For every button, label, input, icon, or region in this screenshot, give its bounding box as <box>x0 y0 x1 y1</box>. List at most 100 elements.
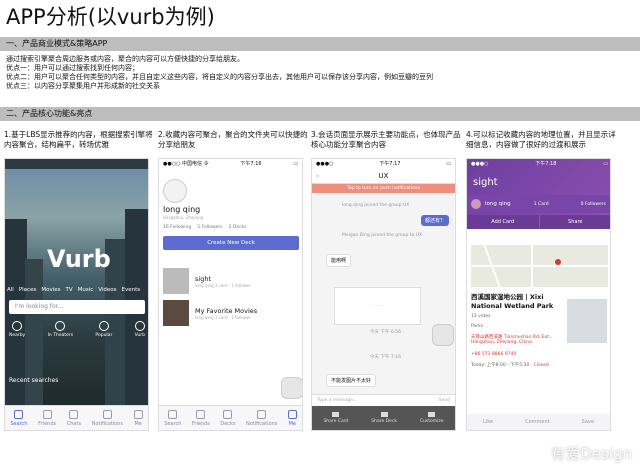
tab-all[interactable]: All <box>7 287 14 293</box>
system-message: Meigan Bing joined the group to UX <box>342 233 423 238</box>
tab-music[interactable]: Music <box>78 287 94 293</box>
deck-icon <box>223 409 233 419</box>
battery-icon: ▭ <box>603 161 608 167</box>
comment-button[interactable]: Comment <box>525 419 550 425</box>
page: APP分析(以vurb为例) 一、产品商业模式&策略APP 通过搜索引擎聚合周边… <box>0 0 640 466</box>
back-icon[interactable]: ‹ <box>316 169 319 183</box>
tab-search[interactable]: Search <box>10 409 28 427</box>
deck-row[interactable]: My Favorite Movies long qing 1 card · 1 f… <box>163 299 299 327</box>
push-banner[interactable]: Tap to turn on push notifications <box>312 184 455 193</box>
system-message: long qing joined the group UX <box>342 203 410 208</box>
tab-tv[interactable]: TV <box>65 287 72 293</box>
chat-header: ‹ UX <box>312 169 455 184</box>
quick-icons: Nearby In Theaters Popular Vurb <box>9 321 145 338</box>
deck-owner[interactable]: long qing 1 Card 0 Followers <box>467 195 610 213</box>
following-count[interactable]: 16 Following <box>163 225 191 230</box>
tab-friends[interactable]: Friends <box>38 409 56 427</box>
strategy-line: 优点三：以内容分享聚集用户并形成新的社交关系 <box>6 82 160 90</box>
tab-chats[interactable]: Chats <box>67 409 81 427</box>
opening-hours: Today: 上午8:00 - 下午5:30 · Closed <box>471 363 549 368</box>
customize-icon <box>428 412 436 417</box>
signal-icon: ●●●○ <box>471 161 489 167</box>
search-icon <box>168 409 178 419</box>
deck-title: sight <box>473 177 498 188</box>
add-card-button[interactable]: Add Card <box>467 215 540 229</box>
chat-action-bar: Share Card Share Deck Customize <box>312 406 455 430</box>
vurb-button[interactable]: Vurb <box>135 321 145 338</box>
send-button[interactable]: Send <box>439 395 450 406</box>
customize-button[interactable]: Customize <box>420 412 444 424</box>
create-deck-button[interactable]: Create New Deck <box>163 236 299 250</box>
tab-decks[interactable]: Decks <box>220 409 236 427</box>
map-pin-icon <box>555 259 561 265</box>
phone-screenshot-chat: ●●●○ 下午7:17 ▭ ‹ UX Tap to turn on push n… <box>311 158 456 431</box>
deck-thumbnail <box>163 300 189 326</box>
profile-location: Hangzhou, Zhejiang <box>163 215 204 220</box>
deck-row[interactable]: sight long qing 1 card · 1 follower <box>163 267 299 295</box>
tab-friends[interactable]: Friends <box>192 409 210 427</box>
avatar <box>471 199 481 209</box>
tab-search[interactable]: Search <box>164 409 181 427</box>
bell-icon <box>257 409 267 419</box>
timestamp: 今天 下午 6:56 <box>370 330 401 335</box>
recent-searches-label: Recent searches <box>9 377 59 384</box>
battery-icon: ▭ <box>293 161 298 167</box>
phone-screenshot-profile: ●●○○ 中国电信 令 下午7:16 ▭ long qing Hangzhou,… <box>158 158 303 431</box>
place-phone[interactable]: +86 571 8866 9740 <box>471 352 516 357</box>
strategy-text: 通过搜索引擎聚合周边服务或内容，聚合的内容可以方便快捷的分享给朋友。 优点一：用… <box>6 55 433 91</box>
bell-icon <box>102 409 112 419</box>
caption-4: 4.可以标记收藏内容的地理位置，并且显示详细信息，内容做了很好的过渡和展示 <box>466 130 616 149</box>
like-button[interactable]: Like <box>483 419 493 425</box>
friends-icon <box>196 409 206 419</box>
assistive-touch-button[interactable] <box>281 377 302 399</box>
star-icon <box>98 321 109 331</box>
strategy-line: 通过搜索引擎聚合周边服务或内容，聚合的内容可以方便快捷的分享给朋友。 <box>6 55 244 63</box>
tab-notifications[interactable]: Notifications <box>246 409 277 427</box>
watermark: 有爱Design <box>550 445 632 463</box>
share-button[interactable]: Share <box>539 215 610 229</box>
signal-icon: ●●●○ <box>316 161 334 167</box>
status-bar: ●●●○ 下午7:18 ▭ <box>471 161 608 167</box>
avatar[interactable] <box>163 179 187 203</box>
location-map[interactable] <box>471 245 608 287</box>
share-deck-button[interactable]: Share Deck <box>371 412 397 424</box>
place-address[interactable]: 天目山路西溪路 Tianmushan Rd. Ext., Hangzhou, Z… <box>471 334 563 345</box>
category-tabs: All Places Movies TV Music Videos Events <box>7 287 140 293</box>
tab-notifications[interactable]: Notifications <box>92 409 123 427</box>
deck-actions: Add Card Share <box>467 215 610 229</box>
card-icon <box>332 412 340 417</box>
nearby-button[interactable]: Nearby <box>9 321 25 338</box>
in-theaters-button[interactable]: In Theaters <box>48 321 73 338</box>
profile-stats: 16 Following 5 Followers 2 Decks <box>163 225 247 230</box>
followers-count[interactable]: 5 Followers <box>197 225 222 230</box>
decks-count[interactable]: 2 Decks <box>229 225 247 230</box>
phone-screenshot-search: Vurb All Places Movies TV Music Videos E… <box>4 158 149 431</box>
message-bubble-left: 能用啊 <box>326 254 352 267</box>
person-icon <box>287 409 297 419</box>
tab-events[interactable]: Events <box>122 287 141 293</box>
tab-me[interactable]: Me <box>287 409 297 427</box>
page-title: APP分析(以vurb为例) <box>6 5 215 29</box>
vurb-logo: Vurb <box>47 245 111 273</box>
search-input[interactable]: I'm looking for... <box>9 300 145 314</box>
tab-movies[interactable]: Movies <box>41 287 60 293</box>
tab-me[interactable]: Me <box>133 409 143 427</box>
caption-3: 3.会话页面显示展示主要功能点，也体现产品核心功能分享聚合内容 <box>311 130 461 149</box>
caption-1: 1.基于LBS显示推荐的内容，根据搜索引擎将内容聚合，结构扁平，转场优雅 <box>4 130 153 149</box>
caption-2: 2.收藏内容可聚合，聚合的文件夹可以快捷的分享给朋友 <box>158 130 308 149</box>
timestamp: 今天 下午 7:16 <box>370 355 401 360</box>
rating: 12 votes <box>471 314 491 319</box>
message-input[interactable]: Type a message... Send <box>312 394 455 406</box>
battery-icon: ▭ <box>446 161 451 167</box>
place-image-placeholder <box>567 299 607 343</box>
message-bubble-right: 都还有？ <box>420 215 449 226</box>
tab-places[interactable]: Places <box>19 287 37 293</box>
phone-screenshot-deck-detail: ●●●○ 下午7:18 ▭ sight long qing 1 Card 0 F… <box>466 158 611 431</box>
popular-button[interactable]: Popular <box>95 321 112 338</box>
assistive-touch-button[interactable] <box>432 324 454 346</box>
tab-videos[interactable]: Videos <box>98 287 116 293</box>
share-card-button[interactable]: Share Card <box>323 412 348 424</box>
shared-card[interactable]: - - - <box>334 287 421 325</box>
search-icon <box>14 409 24 419</box>
save-button[interactable]: Save <box>582 419 594 425</box>
